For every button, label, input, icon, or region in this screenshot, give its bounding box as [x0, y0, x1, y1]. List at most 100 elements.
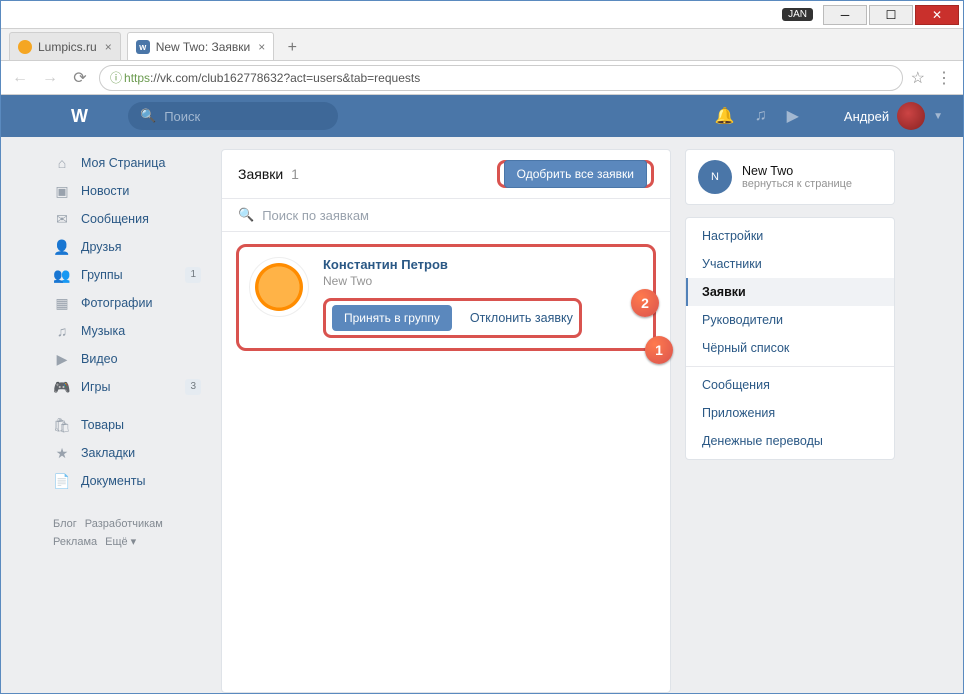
rm-transfers[interactable]: Денежные переводы	[686, 427, 894, 455]
address-bar[interactable]: ⓘ https://vk.com/club162778632?act=users…	[99, 65, 903, 91]
orange-icon	[255, 263, 303, 311]
search-icon: 🔍	[140, 108, 156, 124]
nav-friends[interactable]: 👤 Друзья	[47, 233, 207, 261]
nav-documents[interactable]: 📄 Документы	[47, 467, 207, 495]
requests-search-input[interactable]: 🔍 Поиск по заявкам	[222, 199, 670, 232]
nav-reload-button[interactable]: ⟳	[69, 68, 91, 88]
rm-members[interactable]: Участники	[686, 250, 894, 278]
friends-icon: 👤	[53, 239, 71, 256]
nav-photos[interactable]: ▦ Фотографии	[47, 289, 207, 317]
username: Андрей	[844, 109, 889, 124]
messages-icon: ✉	[53, 211, 71, 228]
nav-bookmarks[interactable]: ★Закладки	[47, 439, 207, 467]
nav-label: Сообщения	[81, 212, 149, 226]
favicon-icon: w	[136, 40, 150, 54]
footer-ads[interactable]: Реклама	[53, 536, 97, 548]
rm-apps[interactable]: Приложения	[686, 399, 894, 427]
request-group-name: New Two	[323, 274, 643, 288]
nav-label: Товары	[81, 418, 124, 432]
nav-market[interactable]: 🛍Товары	[47, 411, 207, 439]
window-maximize-button[interactable]	[869, 5, 913, 25]
back-to-page-link[interactable]: вернуться к странице	[742, 178, 852, 190]
bookmark-star-icon[interactable]: ☆	[911, 68, 925, 88]
nav-label: Игры	[81, 380, 110, 394]
nav-music[interactable]: ♫Музыка	[47, 317, 207, 345]
group-header[interactable]: N New Two вернуться к странице	[685, 149, 895, 205]
annotation-badge-1: 1	[645, 336, 673, 364]
video-icon: ▶	[53, 351, 71, 368]
games-icon: 🎮	[53, 379, 71, 396]
request-item: Константин Петров New Two Принять в груп…	[236, 244, 656, 351]
approve-all-button[interactable]: Одобрить все заявки	[504, 160, 647, 188]
badge: 1	[185, 267, 201, 283]
browser-tabstrip: Lumpics.ru × w New Two: Заявки × +	[1, 29, 963, 61]
groups-icon: 👥	[53, 267, 71, 284]
notifications-icon[interactable]: 🔔	[715, 106, 735, 126]
tab-close-icon[interactable]: ×	[258, 40, 265, 54]
nav-my-page[interactable]: ⌂ Моя Страница	[47, 149, 207, 177]
nav-label: Группы	[81, 268, 123, 282]
nav-label: Видео	[81, 352, 118, 366]
annotation-highlight: Одобрить все заявки	[497, 160, 654, 188]
window-close-button[interactable]	[915, 5, 959, 25]
nav-label: Документы	[81, 474, 145, 488]
rm-requests[interactable]: Заявки	[686, 278, 894, 306]
tab-title: New Two: Заявки	[156, 40, 251, 54]
rm-managers[interactable]: Руководители	[686, 306, 894, 334]
music-icon: ♫	[53, 323, 71, 339]
nav-label: Друзья	[81, 240, 122, 254]
decline-link[interactable]: Отклонить заявку	[470, 311, 573, 325]
browser-tab[interactable]: Lumpics.ru ×	[9, 32, 121, 60]
nav-label: Новости	[81, 184, 129, 198]
music-icon[interactable]: ♫	[755, 107, 767, 125]
window-minimize-button[interactable]	[823, 5, 867, 25]
group-settings-menu: Настройки Участники Заявки Руководители …	[685, 217, 895, 460]
star-icon: ★	[53, 445, 71, 462]
nav-messages[interactable]: ✉ Сообщения	[47, 205, 207, 233]
vk-logo-icon[interactable]: W	[71, 106, 88, 127]
footer-links: Блог Разработчикам Реклама Ещё ▾	[47, 515, 207, 551]
request-avatar[interactable]	[249, 257, 309, 317]
new-tab-button[interactable]: +	[280, 39, 304, 60]
url-text: ://vk.com/club162778632?act=users&tab=re…	[150, 71, 420, 85]
nav-label: Фотографии	[81, 296, 152, 310]
browser-toolbar: ← → ⟳ ⓘ https://vk.com/club162778632?act…	[1, 61, 963, 95]
group-name: New Two	[742, 164, 852, 178]
footer-dev[interactable]: Разработчикам	[85, 518, 163, 530]
document-icon: 📄	[53, 473, 71, 490]
vk-search-input[interactable]: 🔍 Поиск	[128, 102, 338, 130]
group-avatar: N	[698, 160, 732, 194]
chevron-down-icon: ▼	[933, 111, 943, 122]
browser-menu-button[interactable]: ⋮	[933, 68, 955, 88]
tab-title: Lumpics.ru	[38, 40, 97, 54]
footer-blog[interactable]: Блог	[53, 518, 77, 530]
rm-messages[interactable]: Сообщения	[686, 371, 894, 399]
search-placeholder: Поиск	[164, 109, 200, 124]
rm-settings[interactable]: Настройки	[686, 222, 894, 250]
requests-card: Заявки 1 Одобрить все заявки 🔍 Поиск по …	[221, 149, 671, 693]
tab-close-icon[interactable]: ×	[105, 40, 112, 54]
photos-icon: ▦	[53, 295, 71, 312]
vk-header: W 🔍 Поиск 🔔 ♫ ▶ Андрей ▼	[1, 95, 963, 137]
video-play-icon[interactable]: ▶	[787, 106, 799, 126]
nav-forward-button[interactable]: →	[39, 69, 61, 87]
rm-blacklist[interactable]: Чёрный список	[686, 334, 894, 362]
extension-badge[interactable]: JAN	[782, 8, 813, 21]
nav-back-button[interactable]: ←	[9, 69, 31, 87]
nav-video[interactable]: ▶ Видео	[47, 345, 207, 373]
vk-user-menu[interactable]: Андрей ▼	[844, 102, 943, 130]
nav-label: Моя Страница	[81, 156, 165, 170]
nav-groups[interactable]: 👥 Группы 1	[47, 261, 207, 289]
avatar	[897, 102, 925, 130]
news-icon: ▣	[53, 183, 71, 200]
accept-button[interactable]: Принять в группу	[332, 305, 452, 331]
lock-icon: ⓘ	[110, 69, 122, 86]
url-protocol: https	[124, 71, 150, 85]
footer-more[interactable]: Ещё ▾	[105, 536, 136, 548]
request-user-name[interactable]: Константин Петров	[323, 257, 643, 272]
nav-news[interactable]: ▣ Новости	[47, 177, 207, 205]
nav-games[interactable]: 🎮 Игры 3	[47, 373, 207, 401]
home-icon: ⌂	[53, 155, 71, 171]
browser-tab-active[interactable]: w New Two: Заявки ×	[127, 32, 275, 60]
badge: 3	[185, 379, 201, 395]
